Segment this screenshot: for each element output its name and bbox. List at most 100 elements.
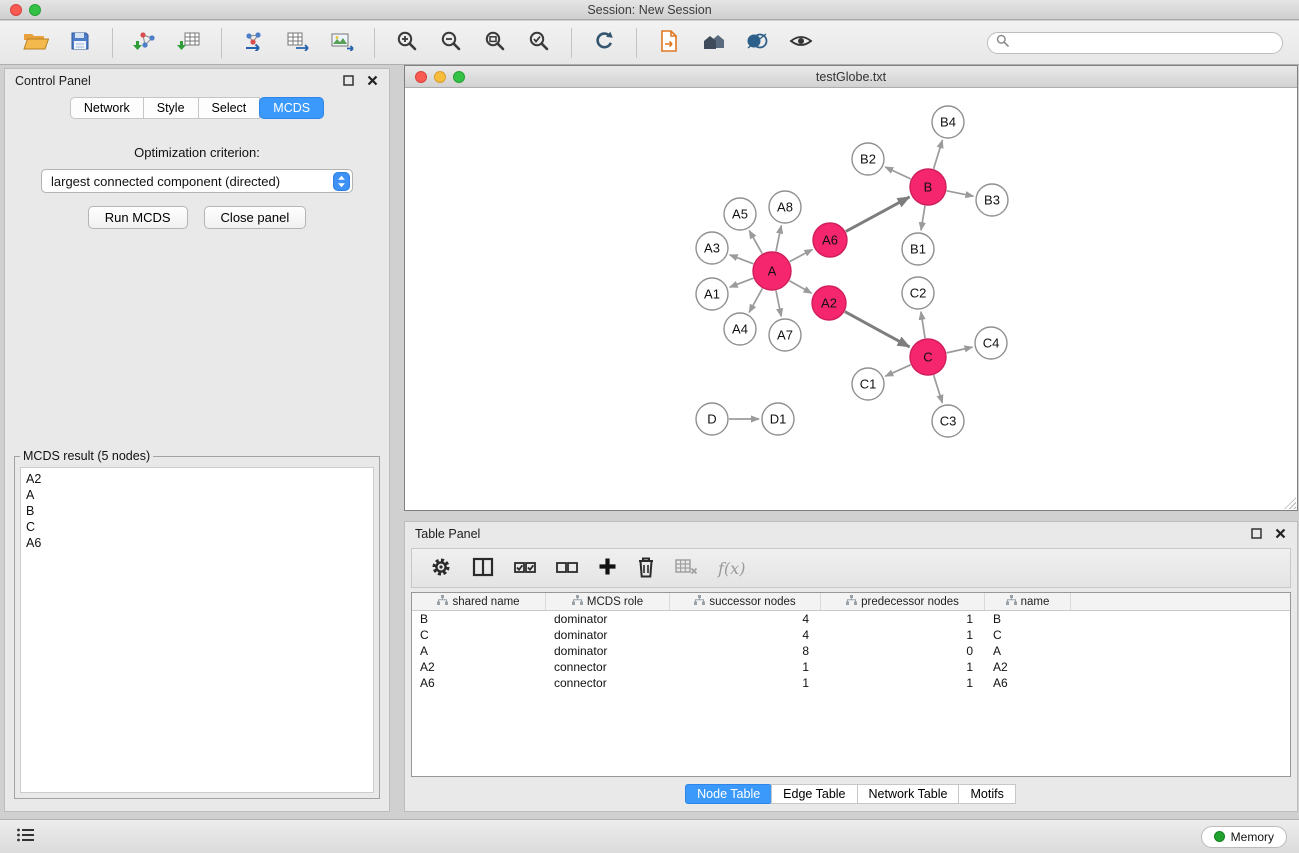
home-button[interactable] [693,25,733,61]
graph-edge-A-A1[interactable] [730,278,754,287]
float-panel-button[interactable] [341,74,355,88]
graph-node-C4[interactable]: C4 [975,327,1007,359]
network-zoom-button[interactable] [453,71,465,83]
graph-node-A[interactable]: A [753,252,791,290]
zoom-selected-button[interactable] [519,25,559,61]
result-item[interactable]: A [26,487,368,503]
result-item[interactable]: A6 [26,535,368,551]
tab-select[interactable]: Select [198,97,261,119]
graph-node-A6[interactable]: A6 [813,223,847,257]
export-network-button[interactable] [234,25,274,61]
graph-node-B[interactable]: B [910,169,946,205]
graph-edge-B-B3[interactable] [947,191,974,196]
column-header-shared-name[interactable]: shared name [412,593,546,610]
tab-network-table[interactable]: Network Table [857,784,960,804]
graph-node-A4[interactable]: A4 [724,313,756,345]
function-builder-button[interactable]: f(x) [718,559,745,578]
delete-column-button[interactable] [637,556,655,581]
graph-edge-A-A2[interactable] [789,281,811,293]
graph-edge-A6-B[interactable] [846,197,910,231]
tab-motifs[interactable]: Motifs [958,784,1015,804]
graph-node-C[interactable]: C [910,339,946,375]
table-row[interactable]: Cdominator41C [412,627,1290,643]
open-session-button[interactable] [16,25,56,61]
network-close-button[interactable] [415,71,427,83]
graph-node-A7[interactable]: A7 [769,319,801,351]
graph-node-A2[interactable]: A2 [812,286,846,320]
venn-diagram-button[interactable] [737,25,777,61]
table-row[interactable]: A2connector11A2 [412,659,1290,675]
tab-network[interactable]: Network [70,97,144,119]
graph-edge-A-A3[interactable] [730,255,754,264]
graph-node-C3[interactable]: C3 [932,405,964,437]
result-item[interactable]: B [26,503,368,519]
table-row[interactable]: Adominator80A [412,643,1290,659]
result-item[interactable]: C [26,519,368,535]
network-graph[interactable]: B4B2BB3A8A5A6A3B1AC2A1A2A4A7C4CC1C3DD1 [405,89,1297,510]
graph-node-C1[interactable]: C1 [852,368,884,400]
zoom-window-button[interactable] [29,4,41,16]
graph-node-B3[interactable]: B3 [976,184,1008,216]
graph-edge-B-B4[interactable] [934,140,943,169]
graph-edge-A-A4[interactable] [749,289,762,313]
graph-node-A1[interactable]: A1 [696,278,728,310]
close-panel-button-mcds[interactable]: Close panel [204,206,307,229]
tab-style[interactable]: Style [143,97,199,119]
graph-edge-A2-C[interactable] [845,312,910,347]
graph-edge-A-A7[interactable] [776,291,781,317]
add-column-button[interactable] [598,557,617,579]
tab-mcds[interactable]: MCDS [259,97,324,119]
show-columns-button[interactable] [472,557,494,580]
graph-node-C2[interactable]: C2 [902,277,934,309]
zoom-out-button[interactable] [431,25,471,61]
graph-node-A3[interactable]: A3 [696,232,728,264]
column-header-MCDS-role[interactable]: MCDS role [546,593,670,610]
graph-edge-C-C2[interactable] [921,312,925,338]
network-minimize-button[interactable] [434,71,446,83]
column-header-predecessor-nodes[interactable]: predecessor nodes [821,593,985,610]
export-table-button[interactable] [278,25,318,61]
column-header-successor-nodes[interactable]: successor nodes [670,593,821,610]
graph-node-A5[interactable]: A5 [724,198,756,230]
tab-node-table[interactable]: Node Table [685,784,772,804]
graph-node-D1[interactable]: D1 [762,403,794,435]
result-item[interactable]: A2 [26,471,368,487]
graph-edge-A-A8[interactable] [776,226,781,252]
graph-edge-A-A6[interactable] [790,249,813,261]
close-table-panel-button[interactable] [1273,527,1287,541]
zoom-in-button[interactable] [387,25,427,61]
network-window-titlebar[interactable]: testGlobe.txt [405,66,1297,88]
mcds-result-list[interactable]: A2ABCA6 [20,467,374,793]
status-menu-button[interactable] [12,824,40,849]
resize-grip[interactable] [1284,497,1296,509]
graph-edge-C-C4[interactable] [947,347,973,353]
export-image-button[interactable] [322,25,362,61]
graph-edge-A-A5[interactable] [749,231,762,254]
save-session-button[interactable] [60,25,100,61]
column-header-name[interactable]: name [985,593,1071,610]
deselect-all-button[interactable] [556,559,578,578]
show-details-button[interactable] [781,25,821,61]
import-table-button[interactable] [169,25,209,61]
graph-node-B4[interactable]: B4 [932,106,964,138]
float-table-panel-button[interactable] [1249,527,1263,541]
graph-node-B2[interactable]: B2 [852,143,884,175]
run-mcds-button[interactable]: Run MCDS [88,206,188,229]
clear-table-button[interactable] [675,558,698,578]
zoom-fit-button[interactable] [475,25,515,61]
graph-edge-C-C1[interactable] [885,365,910,376]
close-window-button[interactable] [10,4,22,16]
graph-edge-B-B1[interactable] [921,206,925,230]
table-settings-button[interactable] [430,556,452,581]
graph-node-D[interactable]: D [696,403,728,435]
apply-layout-button[interactable] [584,25,624,61]
search-input[interactable] [1014,36,1274,50]
tab-edge-table[interactable]: Edge Table [771,784,857,804]
table-row[interactable]: Bdominator41B [412,611,1290,627]
network-canvas[interactable]: B4B2BB3A8A5A6A3B1AC2A1A2A4A7C4CC1C3DD1 [405,89,1297,510]
import-network-button[interactable] [125,25,165,61]
graph-node-A8[interactable]: A8 [769,191,801,223]
memory-button[interactable]: Memory [1201,826,1287,848]
close-panel-button[interactable] [365,74,379,88]
select-all-button[interactable] [514,559,536,578]
